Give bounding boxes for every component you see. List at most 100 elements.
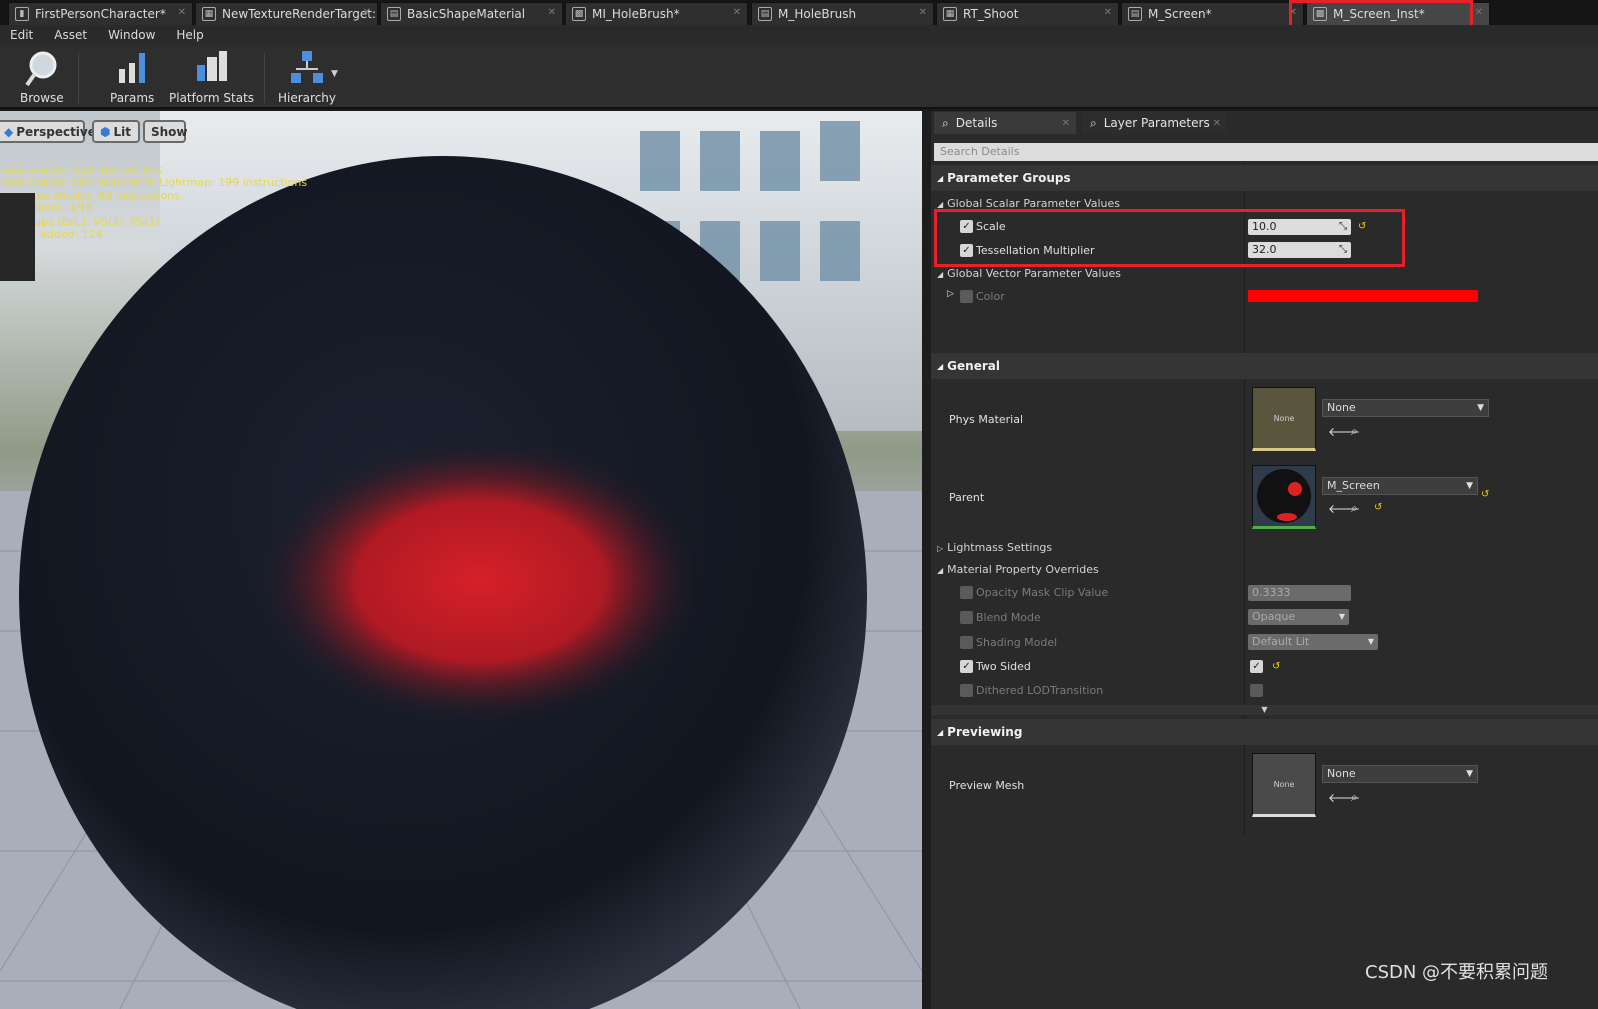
browse-search-icon[interactable]: ⌕ <box>1351 424 1358 439</box>
group-lightmass-settings[interactable]: ▷ Lightmass Settings <box>937 541 1052 554</box>
shading-model-label: Shading Model <box>976 636 1058 649</box>
panel-splitter[interactable] <box>922 111 931 1009</box>
close-icon[interactable]: ✕ <box>363 7 371 18</box>
shading-model-combo[interactable]: Default Lit ▼ <box>1248 634 1378 650</box>
material-icon: ▤ <box>387 7 401 21</box>
group-material-property-overrides[interactable]: ◢ Material Property Overrides <box>937 563 1099 576</box>
color-swatch[interactable] <box>1248 290 1478 302</box>
preview-viewport[interactable]: ◆ Perspective ⬢ Lit Show pass shader: 125 … <box>0 111 922 1009</box>
close-icon[interactable]: ✕ <box>1213 118 1221 129</box>
lit-icon: ⬢ <box>100 124 111 139</box>
close-icon[interactable]: ✕ <box>1062 118 1070 129</box>
expand-advanced-arrow-icon[interactable]: ▼ <box>931 705 1598 715</box>
tab-m-hole-brush[interactable]: ▤ M_HoleBrush ✕ <box>751 2 934 25</box>
toolbar-divider <box>78 53 79 103</box>
perspective-icon: ◆ <box>4 124 14 139</box>
tab-details[interactable]: ⌕ Details ✕ <box>934 112 1076 134</box>
menu-edit[interactable]: Edit <box>10 28 33 42</box>
tab-mi-hole-brush[interactable]: ▩ MI_HoleBrush* ✕ <box>565 2 748 25</box>
lit-button[interactable]: ⬢ Lit <box>92 120 140 143</box>
tab-new-texture-render-target[interactable]: ▦ NewTextureRenderTarget: ✕ <box>195 2 378 25</box>
preview-mesh-combo[interactable]: None ▼ <box>1322 765 1478 783</box>
chevron-down-icon: ▼ <box>1367 637 1374 646</box>
details-icon: ⌕ <box>1090 115 1097 130</box>
menu-window[interactable]: Window <box>108 28 155 42</box>
close-icon[interactable]: ✕ <box>178 7 186 18</box>
parent-label: Parent <box>949 491 985 504</box>
menu-bar: Edit Asset Window Help <box>0 25 1598 45</box>
chevron-down-icon: ▼ <box>1477 403 1484 413</box>
search-details-input[interactable]: Search Details <box>934 143 1598 161</box>
parent-material-thumbnail[interactable] <box>1252 465 1316 529</box>
stats-graph-panel <box>0 193 35 281</box>
hierarchy-button[interactable]: Hierarchy <box>278 49 336 105</box>
color-label: Color <box>976 290 1005 303</box>
save-button[interactable]: e <box>0 49 6 105</box>
close-icon[interactable]: ✕ <box>919 7 927 18</box>
close-icon[interactable]: ✕ <box>733 7 741 18</box>
reset-to-default-icon[interactable]: ↺ <box>1481 489 1489 500</box>
perspective-button[interactable]: ◆ Perspective <box>0 120 96 143</box>
texture-icon: ▦ <box>202 7 216 21</box>
group-global-vector[interactable]: ◢ Global Vector Parameter Values <box>937 267 1121 280</box>
opacity-label: Opacity Mask Clip Value <box>976 586 1109 599</box>
close-icon[interactable]: ✕ <box>1104 7 1112 18</box>
tab-layer-parameters[interactable]: ⌕ Layer Parameters ✕ <box>1082 112 1227 134</box>
texture-icon: ▦ <box>943 7 957 21</box>
params-button[interactable]: Params <box>110 49 154 105</box>
material-icon: ▤ <box>758 7 772 21</box>
shading-model-override-checkbox[interactable] <box>960 636 973 649</box>
dithered-override-checkbox[interactable] <box>960 684 973 697</box>
platform-stats-icon <box>193 49 231 87</box>
two-sided-value-checkbox[interactable]: ✓ <box>1250 660 1263 673</box>
tab-rt-shoot[interactable]: ▦ RT_Shoot ✕ <box>936 2 1119 25</box>
toolbar-divider <box>264 53 265 103</box>
blend-mode-override-checkbox[interactable] <box>960 611 973 624</box>
details-icon: ⌕ <box>942 115 949 130</box>
menu-help[interactable]: Help <box>176 28 203 42</box>
bar-chart-icon <box>113 49 151 87</box>
show-button[interactable]: Show <box>143 120 188 143</box>
tab-basic-shape-material[interactable]: ▤ BasicShapeMaterial ✕ <box>380 2 563 25</box>
close-icon[interactable]: ✕ <box>548 7 556 18</box>
chevron-down-icon: ▼ <box>1466 769 1473 779</box>
shader-stats-overlay: pass shader: 125 instructions pass shader… <box>0 163 308 241</box>
reset-to-default-icon[interactable]: ↺ <box>1374 502 1382 513</box>
toolbar: e Browse Params Platform Stats Hierarchy… <box>0 45 1598 109</box>
category-parameter-groups[interactable]: ◢ Parameter Groups <box>931 165 1598 191</box>
two-sided-override-checkbox[interactable]: ✓ <box>960 660 973 673</box>
material-icon: ▤ <box>1128 7 1142 21</box>
preview-mesh-label: Preview Mesh <box>949 779 1025 792</box>
browse-button[interactable]: Browse <box>20 49 64 105</box>
chevron-down-icon[interactable]: ▼ <box>331 69 338 79</box>
opacity-input[interactable]: 0.3333 <box>1248 585 1351 601</box>
dithered-value-checkbox[interactable] <box>1250 684 1263 697</box>
browse-search-icon[interactable]: ⌕ <box>1351 790 1358 805</box>
browse-search-icon[interactable]: ⌕ <box>1351 501 1358 516</box>
blend-mode-combo[interactable]: Opaque ▼ <box>1248 609 1349 625</box>
parent-combo[interactable]: M_Screen ▼ <box>1322 477 1478 495</box>
menu-asset[interactable]: Asset <box>54 28 87 42</box>
two-sided-label: Two Sided <box>976 660 1031 673</box>
phys-material-thumbnail[interactable]: None <box>1252 387 1316 451</box>
highlight-box-scalar-params <box>934 209 1405 267</box>
chevron-down-icon: ▼ <box>1338 612 1345 621</box>
category-previewing[interactable]: ◢ Previewing <box>931 719 1598 745</box>
magnifier-icon <box>23 49 61 87</box>
expand-arrow-icon[interactable]: ▷ <box>947 289 954 299</box>
dithered-label: Dithered LODTransition <box>976 684 1104 697</box>
hierarchy-icon <box>288 49 326 87</box>
preview-mesh-thumbnail[interactable]: None <box>1252 753 1316 817</box>
color-override-checkbox[interactable] <box>960 290 973 303</box>
tab-first-person-character[interactable]: ▮ FirstPersonCharacter* ✕ <box>8 2 193 25</box>
opacity-override-checkbox[interactable] <box>960 586 973 599</box>
category-general[interactable]: ◢ General <box>931 353 1598 379</box>
column-divider <box>1244 745 1245 835</box>
platform-stats-button[interactable]: Platform Stats <box>169 49 254 105</box>
material-instance-icon: ▩ <box>572 7 586 21</box>
reset-to-default-icon[interactable]: ↺ <box>1272 661 1280 672</box>
chevron-down-icon: ▼ <box>1466 481 1473 491</box>
phys-material-combo[interactable]: None ▼ <box>1322 399 1489 417</box>
close-icon[interactable]: ✕ <box>1475 7 1483 18</box>
tab-m-screen[interactable]: ▤ M_Screen* ✕ <box>1121 2 1304 25</box>
